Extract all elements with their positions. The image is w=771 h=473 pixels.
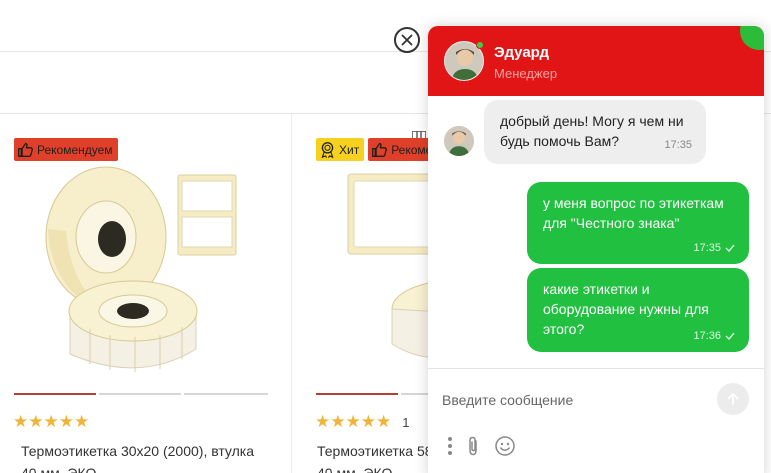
check-icon — [725, 244, 735, 252]
paperclip-icon — [469, 436, 477, 456]
image-pager-segment[interactable] — [184, 393, 268, 395]
product-card[interactable]: Рекомендуем ★★★★★ Термоэтикетка 30х20 (2… — [0, 114, 291, 473]
message-text: у меня вопрос по этикеткам для "Честного… — [543, 195, 724, 231]
check-icon — [725, 332, 735, 340]
rating-stars: ★★★★★ — [315, 412, 392, 431]
review-count[interactable]: 1 — [402, 415, 409, 430]
message-time-text: 17:36 — [693, 330, 721, 342]
more-vertical-icon — [448, 437, 452, 455]
product-title-line: 40 мм, ЭКО — [21, 465, 97, 473]
image-pager-segment[interactable] — [14, 393, 96, 395]
message-input[interactable] — [442, 383, 702, 417]
person-photo-icon — [444, 126, 474, 156]
chat-widget: Эдуард Менеджер добрый день! Могу я чем … — [428, 26, 764, 473]
more-options-button[interactable] — [446, 435, 454, 457]
rating: ★★★★★ — [13, 412, 89, 432]
message-time: 17:36 — [693, 326, 735, 346]
agent-avatar-small — [444, 126, 474, 156]
emoji-button[interactable] — [494, 435, 516, 457]
product-badges: Рекомендуем — [14, 138, 118, 161]
message-text: добрый день! Могу я чем ни будь помочь В… — [500, 113, 684, 149]
rating-stars: ★★★★★ — [13, 412, 90, 431]
arrow-up-icon — [727, 393, 739, 405]
attach-file-button[interactable] — [464, 435, 482, 457]
product-image[interactable] — [40, 159, 250, 374]
online-status-dot — [476, 41, 484, 49]
message-time: 17:35 — [664, 135, 692, 155]
message-time-text: 17:35 — [693, 242, 721, 254]
badge-hit: Хит — [316, 138, 365, 161]
rating: ★★★★★ 1 — [315, 412, 409, 432]
message-time: 17:35 — [693, 238, 735, 258]
product-title[interactable]: Термоэтикетка 30х20 (2000), втулка 40 мм… — [21, 440, 254, 473]
message-time-text: 17:35 — [664, 139, 692, 151]
badge-label: Хит — [339, 142, 360, 157]
thumbs-up-icon — [372, 142, 388, 157]
message-outgoing: у меня вопрос по этикеткам для "Честного… — [527, 182, 749, 264]
product-title-line: Термоэтикетка 30х20 (2000), втулка — [21, 443, 255, 459]
badge-recommend: Рекомендуем — [14, 138, 118, 161]
message-outgoing: какие этикетки и оборудование нужны для … — [527, 268, 749, 352]
close-chat-button[interactable] — [394, 27, 420, 53]
chat-header: Эдуард Менеджер — [428, 26, 764, 96]
badge-label: Рекомендуем — [37, 142, 113, 157]
header-corner-accent — [740, 26, 764, 50]
image-pager — [14, 393, 268, 395]
message-composer — [428, 368, 764, 473]
message-incoming: добрый день! Могу я чем ни будь помочь В… — [484, 100, 706, 164]
message-list[interactable]: добрый день! Могу я чем ни будь помочь В… — [428, 96, 764, 368]
image-pager-segment[interactable] — [99, 393, 181, 395]
send-button[interactable] — [717, 383, 749, 415]
close-icon — [401, 34, 413, 46]
thumbs-up-icon — [18, 142, 33, 157]
agent-name: Эдуард — [494, 44, 549, 61]
smile-icon — [495, 436, 515, 456]
image-pager-segment[interactable] — [316, 393, 398, 395]
award-icon — [321, 142, 334, 158]
agent-role: Менеджер — [494, 66, 558, 81]
